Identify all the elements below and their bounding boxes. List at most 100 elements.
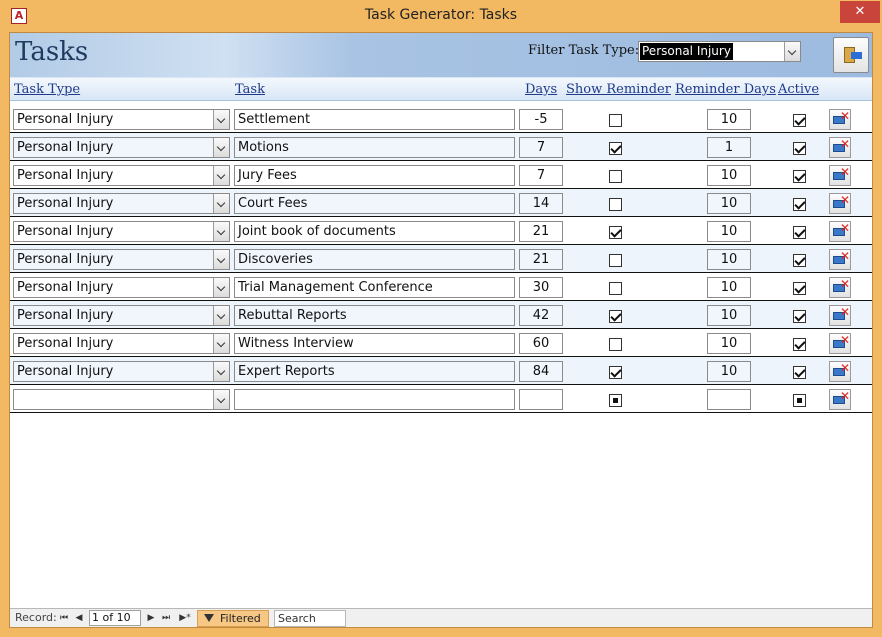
task-type-dropdown-button[interactable]	[213, 306, 229, 325]
task-type-combo[interactable]: Personal Injury	[13, 109, 230, 130]
task-type-dropdown-button[interactable]	[213, 110, 229, 129]
days-field[interactable]: -5	[519, 109, 563, 130]
task-type-dropdown-button[interactable]	[213, 278, 229, 297]
days-field[interactable]: 7	[519, 137, 563, 158]
reminder-days-field[interactable]: 10	[707, 361, 751, 382]
task-type-combo[interactable]: Personal Injury	[13, 249, 230, 270]
show-reminder-checkbox[interactable]	[609, 198, 622, 211]
show-reminder-checkbox[interactable]	[609, 254, 622, 267]
task-type-combo[interactable]: Personal Injury	[13, 137, 230, 158]
previous-record-button[interactable]: ◀	[73, 611, 85, 625]
filter-dropdown-button[interactable]	[784, 42, 800, 61]
active-checkbox[interactable]	[793, 310, 806, 323]
filter-task-type-value[interactable]: Personal Injury	[640, 43, 733, 60]
days-field[interactable]: 60	[519, 333, 563, 354]
show-reminder-checkbox[interactable]	[609, 114, 622, 127]
task-type-dropdown-button[interactable]	[213, 334, 229, 353]
next-record-button[interactable]: ▶	[145, 611, 157, 625]
task-name-field[interactable]: Expert Reports	[234, 361, 515, 382]
task-type-combo[interactable]: Personal Injury	[13, 221, 230, 242]
task-type-combo[interactable]: Personal Injury	[13, 305, 230, 326]
days-field[interactable]: 7	[519, 165, 563, 186]
show-reminder-checkbox[interactable]	[609, 366, 622, 379]
filter-task-type-combo[interactable]: Personal Injury	[638, 41, 801, 62]
active-checkbox[interactable]	[793, 198, 806, 211]
col-show-reminder[interactable]: Show Reminder	[566, 82, 671, 97]
days-field[interactable]	[519, 389, 563, 410]
record-position-input[interactable]: 1 of 10	[89, 610, 141, 626]
task-name-field[interactable]: Witness Interview	[234, 333, 515, 354]
search-input[interactable]: Search	[274, 610, 346, 627]
reminder-days-field[interactable]: 10	[707, 333, 751, 354]
task-type-combo[interactable]: Personal Injury	[13, 277, 230, 298]
window-close-button[interactable]: ✕	[840, 1, 880, 23]
delete-record-button[interactable]: ✕	[829, 249, 851, 270]
show-reminder-checkbox[interactable]	[609, 394, 622, 407]
task-type-dropdown-button[interactable]	[213, 362, 229, 381]
delete-record-button[interactable]: ✕	[829, 361, 851, 382]
show-reminder-checkbox[interactable]	[609, 226, 622, 239]
reminder-days-field[interactable]: 10	[707, 193, 751, 214]
show-reminder-checkbox[interactable]	[609, 142, 622, 155]
days-field[interactable]: 30	[519, 277, 563, 298]
col-days[interactable]: Days	[525, 82, 557, 97]
reminder-days-field[interactable]: 10	[707, 221, 751, 242]
first-record-button[interactable]: ⏮	[58, 611, 70, 625]
task-type-dropdown-button[interactable]	[213, 166, 229, 185]
active-checkbox[interactable]	[793, 226, 806, 239]
task-name-field[interactable]: Rebuttal Reports	[234, 305, 515, 326]
delete-record-button[interactable]: ✕	[829, 109, 851, 130]
active-checkbox[interactable]	[793, 366, 806, 379]
task-type-dropdown-button[interactable]	[213, 222, 229, 241]
task-type-dropdown-button[interactable]	[213, 250, 229, 269]
task-type-dropdown-button[interactable]	[213, 138, 229, 157]
filtered-toggle[interactable]: Filtered	[197, 610, 269, 627]
reminder-days-field[interactable]: 10	[707, 277, 751, 298]
show-reminder-checkbox[interactable]	[609, 282, 622, 295]
reminder-days-field[interactable]: 10	[707, 165, 751, 186]
task-type-dropdown-button[interactable]	[213, 390, 229, 409]
task-name-field[interactable]: Court Fees	[234, 193, 515, 214]
task-name-field[interactable]: Settlement	[234, 109, 515, 130]
show-reminder-checkbox[interactable]	[609, 310, 622, 323]
reminder-days-field[interactable]: 10	[707, 249, 751, 270]
active-checkbox[interactable]	[793, 114, 806, 127]
task-name-field[interactable]: Trial Management Conference	[234, 277, 515, 298]
show-reminder-checkbox[interactable]	[609, 170, 622, 183]
task-name-field[interactable]	[234, 389, 515, 410]
delete-record-button[interactable]: ✕	[829, 221, 851, 242]
reminder-days-field[interactable]	[707, 389, 751, 410]
days-field[interactable]: 21	[519, 249, 563, 270]
col-active[interactable]: Active	[778, 82, 819, 97]
col-task-type[interactable]: Task Type	[14, 82, 80, 97]
delete-record-button[interactable]: ✕	[829, 333, 851, 354]
days-field[interactable]: 84	[519, 361, 563, 382]
active-checkbox[interactable]	[793, 394, 806, 407]
close-form-button[interactable]	[833, 37, 869, 73]
active-checkbox[interactable]	[793, 338, 806, 351]
reminder-days-field[interactable]: 10	[707, 109, 751, 130]
task-type-dropdown-button[interactable]	[213, 194, 229, 213]
task-name-field[interactable]: Motions	[234, 137, 515, 158]
reminder-days-field[interactable]: 1	[707, 137, 751, 158]
delete-record-button[interactable]: ✕	[829, 277, 851, 298]
delete-record-button[interactable]: ✕	[829, 193, 851, 214]
task-type-combo[interactable]: Personal Injury	[13, 165, 230, 186]
task-name-field[interactable]: Discoveries	[234, 249, 515, 270]
active-checkbox[interactable]	[793, 282, 806, 295]
show-reminder-checkbox[interactable]	[609, 338, 622, 351]
days-field[interactable]: 21	[519, 221, 563, 242]
delete-record-button[interactable]: ✕	[829, 305, 851, 326]
col-task[interactable]: Task	[235, 82, 265, 97]
active-checkbox[interactable]	[793, 170, 806, 183]
task-name-field[interactable]: Joint book of documents	[234, 221, 515, 242]
last-record-button[interactable]: ⏭	[160, 611, 172, 625]
task-type-combo[interactable]: Personal Injury	[13, 193, 230, 214]
delete-record-button[interactable]: ✕	[829, 165, 851, 186]
delete-record-button[interactable]: ✕	[829, 137, 851, 158]
task-type-combo[interactable]: Personal Injury	[13, 333, 230, 354]
active-checkbox[interactable]	[793, 254, 806, 267]
task-type-combo[interactable]: Personal Injury	[13, 361, 230, 382]
days-field[interactable]: 14	[519, 193, 563, 214]
task-type-combo[interactable]	[13, 389, 230, 410]
